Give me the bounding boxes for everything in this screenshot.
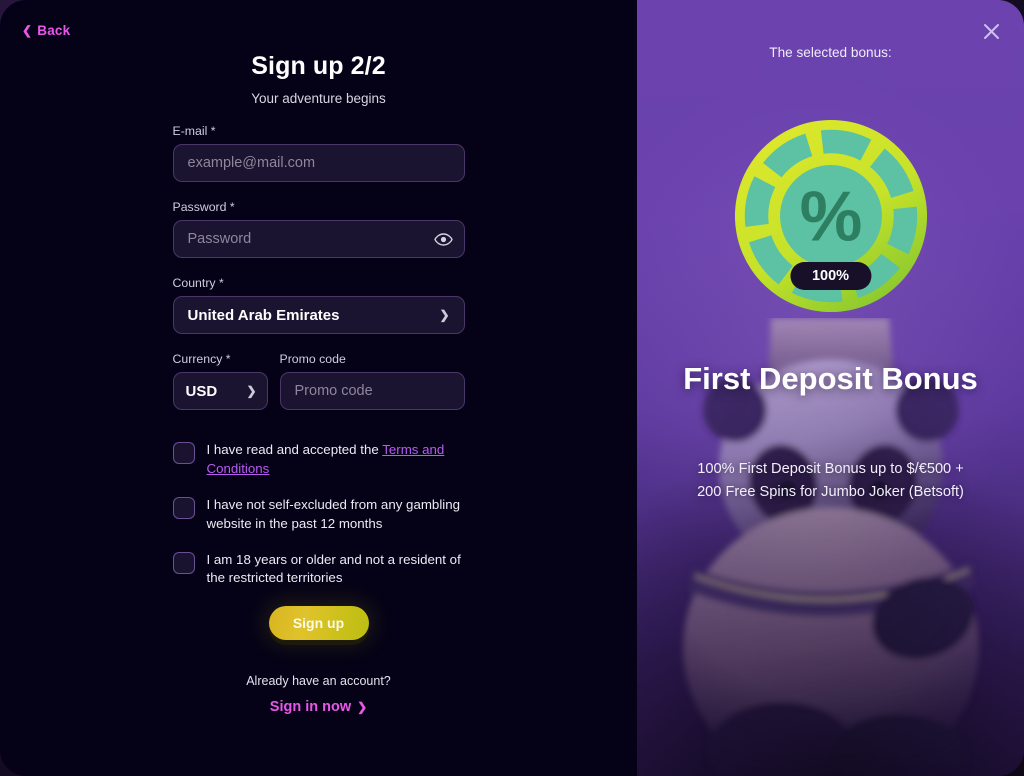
currency-value: USD	[185, 382, 218, 400]
page-title: Sign up 2/2	[251, 52, 386, 80]
consent-self-exclusion-text: I have not self-excluded from any gambli…	[206, 496, 461, 531]
signup-form: Sign up 2/2 Your adventure begins E-mail…	[172, 0, 465, 715]
checkbox-age[interactable]	[172, 551, 195, 574]
password-input-wrap	[172, 220, 465, 258]
bonus-title: First Deposit Bonus	[683, 361, 978, 396]
email-input[interactable]	[172, 144, 465, 182]
currency-promo-row: Currency * USD ❯ Promo code	[172, 352, 465, 410]
chevron-right-icon: ❯	[357, 700, 368, 715]
consent-row-self-exclusion: I have not self-excluded from any gambli…	[172, 495, 465, 534]
eye-icon[interactable]	[433, 220, 453, 258]
email-label: E-mail *	[172, 124, 216, 138]
bonus-description: 100% First Deposit Bonus up to $/€500 + …	[697, 461, 964, 501]
country-select[interactable]: United Arab Emirates ❯	[172, 296, 465, 334]
password-input[interactable]	[172, 220, 465, 258]
sign-in-now-label: Sign in now	[269, 699, 352, 716]
submit-wrap: Sign up	[173, 606, 465, 641]
country-field-group: Country * United Arab Emirates ❯	[172, 276, 465, 334]
close-icon[interactable]	[978, 18, 1004, 44]
password-field-group: Password *	[172, 200, 465, 258]
back-label: Back	[37, 23, 71, 38]
password-label: Password *	[172, 200, 235, 214]
checkbox-terms[interactable]	[172, 442, 195, 464]
country-value: United Arab Emirates	[187, 306, 340, 324]
bonus-caption: The selected bonus:	[769, 45, 892, 60]
signup-form-pane: ❮ Back Sign up 2/2 Your adventure begins…	[0, 0, 637, 776]
sign-in-now-link[interactable]: Sign in now ❯	[173, 699, 465, 715]
consent-row-terms: I have read and accepted the Terms and C…	[172, 440, 465, 479]
consent-row-age: I am 18 years or older and not a residen…	[172, 550, 465, 589]
consent-checkbox-list: I have read and accepted the Terms and C…	[172, 440, 465, 589]
currency-label: Currency *	[172, 352, 231, 366]
back-button[interactable]: ❮ Back	[22, 23, 70, 38]
currency-select[interactable]: USD ❯	[172, 372, 268, 410]
already-have-account-label: Already have an account?	[246, 674, 391, 689]
sign-up-button[interactable]: Sign up	[268, 606, 369, 641]
country-label: Country *	[172, 276, 224, 290]
checkbox-self-exclusion[interactable]	[172, 496, 195, 519]
consent-terms-prefix: I have read and accepted the	[206, 442, 383, 457]
promo-label: Promo code	[279, 352, 346, 366]
email-input-wrap	[172, 144, 465, 182]
consent-terms-text: I have read and accepted the Terms and C…	[207, 440, 465, 479]
promo-field-group: Promo code	[279, 352, 465, 410]
promo-input[interactable]	[279, 372, 465, 410]
chevron-left-icon: ❮	[22, 23, 33, 37]
chevron-down-icon: ❯	[439, 308, 450, 322]
consent-age-text: I am 18 years or older and not a residen…	[206, 551, 461, 586]
bonus-pane: The selected bonus: % 100% First Deposit…	[637, 0, 1024, 776]
bonus-percent-badge: 100%	[789, 262, 872, 290]
page-subtitle: Your adventure begins	[251, 91, 386, 106]
chevron-down-icon: ❯	[246, 384, 257, 398]
svg-text:%: %	[799, 177, 862, 256]
signup-modal: ❮ Back Sign up 2/2 Your adventure begins…	[0, 0, 1024, 776]
email-field-group: E-mail *	[172, 124, 465, 182]
currency-field-group: Currency * USD ❯	[172, 352, 268, 410]
